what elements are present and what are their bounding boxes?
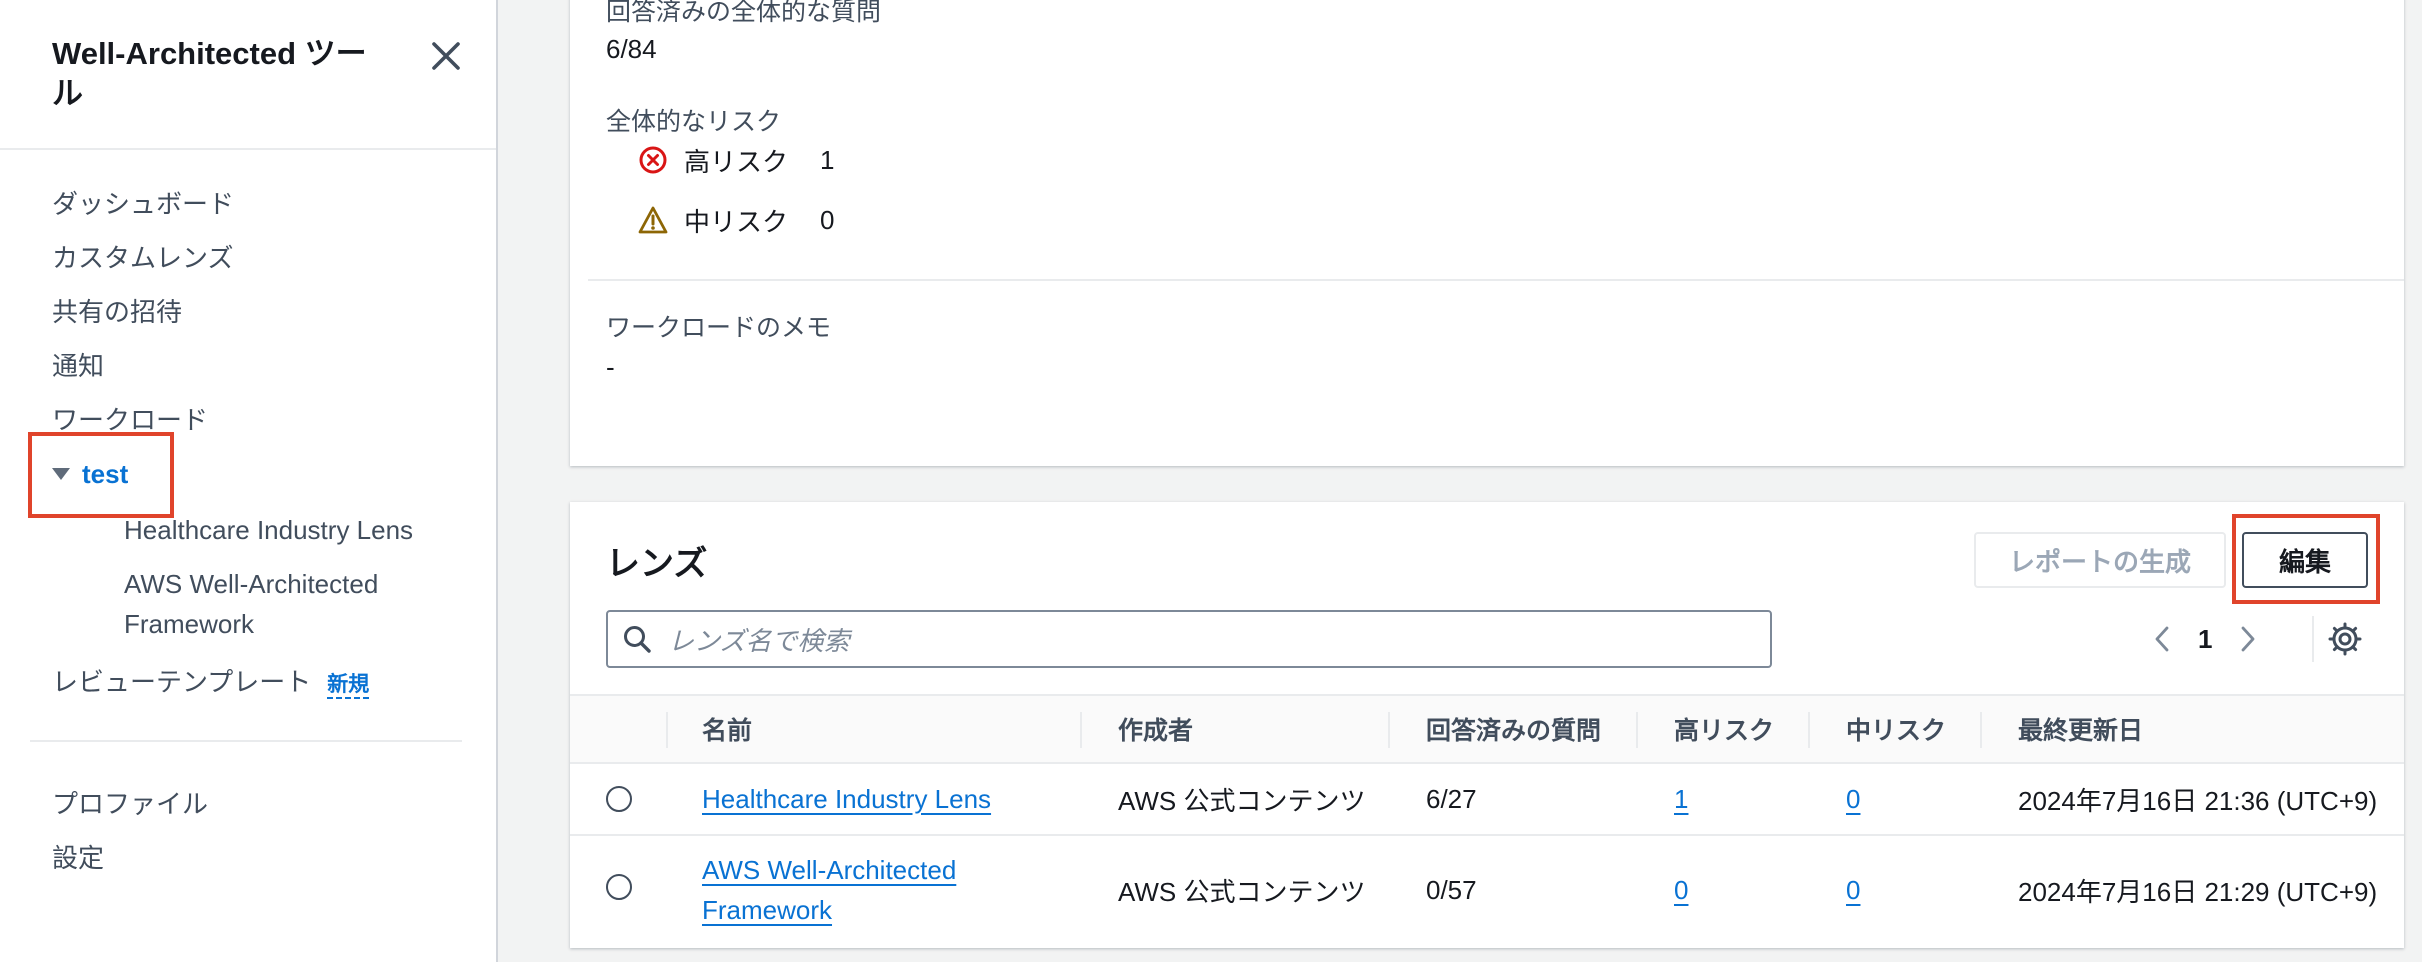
column-divider (1388, 712, 1390, 748)
lens-answered: 0/57 (1426, 874, 1477, 905)
medium-risk-link[interactable]: 0 (1846, 875, 1860, 906)
column-header-medium-risk[interactable]: 中リスク (1846, 696, 1946, 762)
medium-risk-row: 中リスク 0 (638, 200, 834, 240)
review-templates-link[interactable]: レビューテンプレート (52, 662, 311, 699)
column-divider (1980, 712, 1982, 748)
medium-risk-label: 中リスク (684, 206, 789, 237)
generate-report-button[interactable]: レポートの生成 (1974, 532, 2226, 588)
table-row: Healthcare Industry Lens AWS 公式コンテンツ 6/2… (570, 764, 2404, 836)
pager-divider (2312, 616, 2314, 662)
chevron-right-icon[interactable] (2236, 624, 2260, 654)
sidebar-item-custom-lenses[interactable]: カスタムレンズ (52, 242, 233, 274)
high-risk-count: 1 (820, 144, 835, 175)
sidebar-divider (30, 740, 462, 742)
sidebar-item-settings[interactable]: 設定 (52, 842, 104, 874)
column-divider (1080, 712, 1082, 748)
lens-owner: AWS 公式コンテンツ (1118, 785, 1366, 816)
row-select-radio[interactable] (606, 874, 632, 900)
lenses-title: レンズ (606, 545, 708, 583)
gear-icon[interactable] (2328, 622, 2362, 656)
high-risk-link[interactable]: 0 (1674, 875, 1688, 906)
column-header-name[interactable]: 名前 (702, 696, 752, 762)
lens-last-updated: 2024年7月16日 21:29 (UTC+9) (2018, 876, 2378, 907)
close-icon[interactable] (426, 36, 466, 76)
column-header-owner[interactable]: 作成者 (1118, 696, 1193, 762)
medium-risk-count: 0 (820, 204, 835, 235)
highlight-box-test (28, 432, 174, 518)
medium-risk-link[interactable]: 0 (1846, 784, 1860, 815)
new-badge: 新規 (327, 673, 370, 699)
lens-name-link[interactable]: Healthcare Industry Lens (702, 784, 991, 815)
workload-overview-card: 回答済みの全体的な質問 6/84 全体的なリスク 高リスク 1 中リスク 0 ワ… (570, 0, 2404, 466)
answered-questions-value: 6/84 (606, 34, 657, 64)
lens-name-link[interactable]: AWS Well-Architected Framework (702, 850, 972, 930)
column-divider (1808, 712, 1810, 748)
sidebar-item-review-templates: レビューテンプレート 新規 (52, 662, 370, 699)
column-header-last-updated[interactable]: 最終更新日 (2018, 696, 2143, 762)
page-number[interactable]: 1 (2198, 624, 2212, 655)
chevron-left-icon[interactable] (2150, 624, 2174, 654)
workload-notes-label: ワークロードのメモ (606, 314, 832, 342)
column-header-high-risk[interactable]: 高リスク (1674, 696, 1774, 762)
sidebar-item-dashboard[interactable]: ダッシュボード (52, 188, 234, 220)
sidebar-header: Well-Architected ツール (0, 0, 496, 150)
high-risk-row: 高リスク 1 (638, 140, 834, 180)
sidebar-item-shared-invitations[interactable]: 共有の招待 (52, 296, 182, 328)
high-risk-label: 高リスク (684, 146, 789, 177)
column-header-answered[interactable]: 回答済みの質問 (1426, 696, 1601, 762)
lenses-card: レンズ レポートの生成 編集 レンズ名で検索 1 名前 作成者 回答済みの質問 … (570, 502, 2404, 948)
pagination: 1 (2150, 616, 2260, 662)
side-navigation: Well-Architected ツール ダッシュボード カスタムレンズ 共有の… (0, 0, 498, 962)
sidebar-title[interactable]: Well-Architected ツール (52, 34, 392, 114)
lens-search-input[interactable]: レンズ名で検索 (606, 610, 1772, 668)
lens-owner: AWS 公式コンテンツ (1118, 876, 1366, 907)
lens-answered: 6/27 (1426, 783, 1477, 814)
workload-notes-value: - (606, 352, 615, 382)
table-row: AWS Well-Architected Framework AWS 公式コンテ… (570, 836, 2404, 944)
answered-questions-label: 回答済みの全体的な質問 (606, 0, 882, 26)
card-divider (588, 279, 2404, 281)
sidebar-item-lens-wa-framework[interactable]: AWS Well-Architected Framework (124, 564, 424, 644)
overall-risk-label: 全体的なリスク (606, 108, 782, 136)
sidebar-item-notifications[interactable]: 通知 (52, 350, 104, 382)
high-risk-link[interactable]: 1 (1674, 784, 1688, 815)
status-warning-icon (638, 206, 668, 234)
table-header: 名前 作成者 回答済みの質問 高リスク 中リスク 最終更新日 (570, 694, 2404, 764)
edit-button[interactable]: 編集 (2242, 532, 2368, 588)
sidebar-item-profile[interactable]: プロファイル (52, 788, 208, 820)
search-icon (624, 626, 651, 653)
lens-last-updated: 2024年7月16日 21:36 (UTC+9) (2018, 785, 2378, 816)
column-divider (666, 712, 668, 748)
status-negative-icon (639, 146, 667, 174)
search-placeholder[interactable]: レンズ名で検索 (668, 621, 849, 658)
row-select-radio[interactable] (606, 786, 632, 812)
column-divider (1636, 712, 1638, 748)
